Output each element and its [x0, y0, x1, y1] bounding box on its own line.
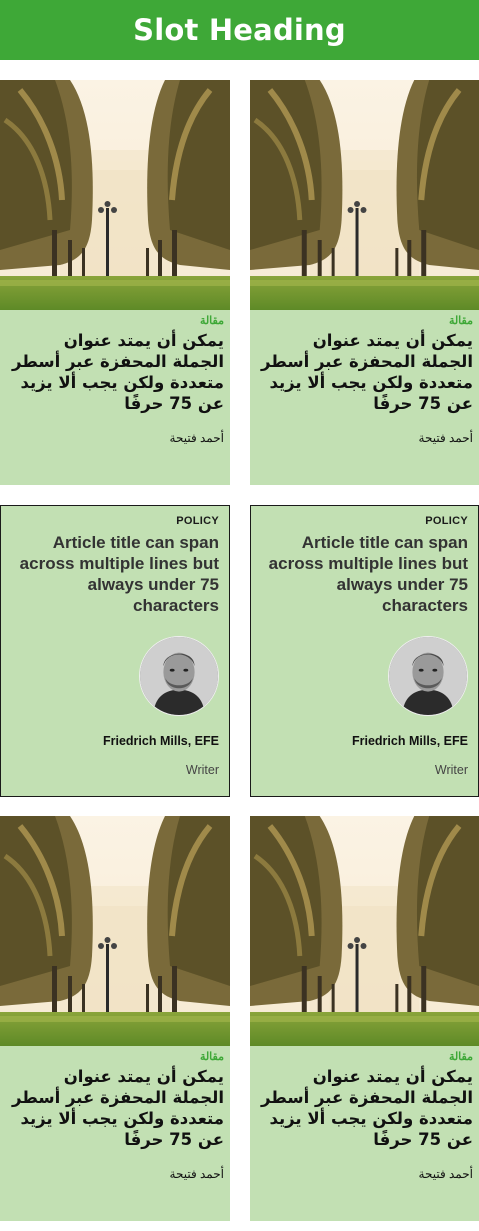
article-category: مقالة: [199, 315, 224, 327]
article-category: مقالة: [448, 1051, 473, 1063]
article-card-ar[interactable]: مقالة يمكن أن يمتد عنوان الجملة المحفزة …: [0, 816, 230, 1221]
article-category: POLICY: [176, 515, 219, 527]
article-title[interactable]: يمكن أن يمتد عنوان الجملة المحفزة عبر أس…: [260, 330, 473, 414]
article-photo: [0, 816, 230, 1046]
author-avatar: [139, 636, 219, 716]
article-card-ar[interactable]: مقالة يمكن أن يمتد عنوان الجملة المحفزة …: [250, 80, 479, 485]
article-card-en[interactable]: POLICY Article title can span across mul…: [250, 505, 479, 797]
slot-heading: Slot Heading: [133, 13, 346, 47]
article-title[interactable]: Article title can span across multiple l…: [265, 532, 468, 616]
article-author: أحمد فتيحة: [169, 1167, 224, 1181]
article-card-en[interactable]: POLICY Article title can span across mul…: [0, 505, 230, 797]
article-photo: [250, 816, 479, 1046]
author-avatar: [388, 636, 468, 716]
article-card-ar[interactable]: مقالة يمكن أن يمتد عنوان الجملة المحفزة …: [0, 80, 230, 485]
article-title[interactable]: Article title can span across multiple l…: [15, 532, 219, 616]
author-role: Writer: [185, 763, 219, 777]
article-title[interactable]: يمكن أن يمتد عنوان الجملة المحفزة عبر أس…: [10, 330, 224, 414]
article-author: أحمد فتيحة: [169, 431, 224, 445]
author-name[interactable]: Friedrich Mills, EFE: [103, 734, 219, 748]
article-title[interactable]: يمكن أن يمتد عنوان الجملة المحفزة عبر أس…: [260, 1066, 473, 1150]
slot-header: Slot Heading: [0, 0, 479, 60]
article-photo: [0, 80, 230, 310]
article-photo: [250, 80, 479, 310]
article-category: مقالة: [199, 1051, 224, 1063]
article-author: أحمد فتيحة: [418, 431, 473, 445]
article-card-ar[interactable]: مقالة يمكن أن يمتد عنوان الجملة المحفزة …: [250, 816, 479, 1221]
article-category: مقالة: [448, 315, 473, 327]
author-role: Writer: [434, 763, 468, 777]
article-author: أحمد فتيحة: [418, 1167, 473, 1181]
author-name[interactable]: Friedrich Mills, EFE: [352, 734, 468, 748]
article-category: POLICY: [425, 515, 468, 527]
article-title[interactable]: يمكن أن يمتد عنوان الجملة المحفزة عبر أس…: [10, 1066, 224, 1150]
